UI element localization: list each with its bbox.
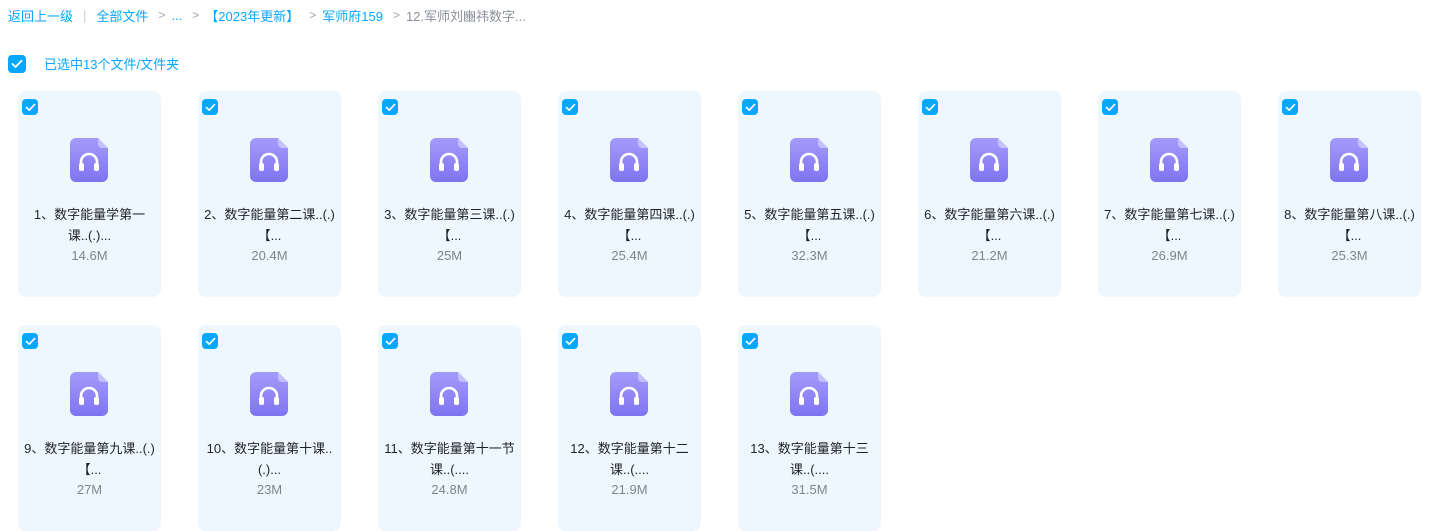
file-card[interactable]: 3、数字能量第三课..(.)【... 25M: [378, 91, 521, 297]
file-size: 23M: [256, 482, 283, 497]
file-size: 21.2M: [971, 248, 1008, 263]
file-name: 4、数字能量第四课..(.)【...: [564, 207, 695, 243]
checkmark-icon: [565, 337, 575, 345]
breadcrumb-folder-junshifu[interactable]: 军师府159: [322, 6, 383, 25]
selection-count-label: 已选中13个文件/文件夹: [44, 57, 180, 72]
file-card[interactable]: 12、数字能量第十二课..(.... 21.9M: [558, 325, 701, 531]
file-checkbox[interactable]: [22, 333, 38, 349]
file-name: 6、数字能量第六课..(.)【...: [924, 207, 1055, 243]
audio-file-icon: [430, 372, 468, 416]
file-name: 2、数字能量第二课..(.)【...: [204, 207, 335, 243]
checkmark-icon: [25, 337, 35, 345]
audio-file-icon: [1330, 138, 1368, 182]
file-size: 27M: [76, 482, 103, 497]
audio-file-icon: [1150, 138, 1188, 182]
audio-file-icon: [790, 138, 828, 182]
file-name: 8、数字能量第八课..(.)【...: [1284, 207, 1415, 243]
select-all-checkbox[interactable]: [8, 54, 26, 73]
chevron-right-icon: >: [192, 8, 200, 22]
audio-file-icon: [250, 372, 288, 416]
file-card[interactable]: 9、数字能量第九课..(.)【... 27M: [18, 325, 161, 531]
breadcrumb-all-files[interactable]: 全部文件: [96, 6, 148, 25]
file-checkbox[interactable]: [562, 333, 578, 349]
file-name: 12、数字能量第十二课..(....: [570, 441, 689, 477]
audio-file-icon: [250, 138, 288, 182]
select-all: 已选中13个文件/文件夹: [8, 54, 179, 73]
file-card[interactable]: 13、数字能量第十三课..(.... 31.5M: [738, 325, 881, 531]
file-name: 5、数字能量第五课..(.)【...: [744, 207, 875, 243]
checkmark-icon: [11, 59, 23, 68]
checkmark-icon: [205, 337, 215, 345]
chevron-right-icon: >: [158, 8, 166, 22]
checkmark-icon: [925, 103, 935, 111]
chevron-right-icon: >: [392, 8, 400, 22]
file-size: 20.4M: [251, 248, 288, 263]
file-size: 25.3M: [1331, 248, 1368, 263]
audio-file-icon: [70, 372, 108, 416]
file-card[interactable]: 11、数字能量第十一节课..(.... 24.8M: [378, 325, 521, 531]
file-size: 25M: [436, 248, 463, 263]
file-card[interactable]: 8、数字能量第八课..(.)【... 25.3M: [1278, 91, 1421, 297]
file-name: 7、数字能量第七课..(.)【...: [1104, 207, 1235, 243]
checkmark-icon: [565, 103, 575, 111]
breadcrumb-ellipsis[interactable]: ...: [171, 8, 182, 23]
checkmark-icon: [745, 103, 755, 111]
file-name: 13、数字能量第十三课..(....: [750, 441, 869, 477]
audio-file-icon: [430, 138, 468, 182]
file-checkbox[interactable]: [382, 333, 398, 349]
breadcrumb-current: 12.军师刘豳祎数字...: [405, 8, 526, 24]
checkmark-icon: [385, 103, 395, 111]
file-card[interactable]: 2、数字能量第二课..(.)【... 20.4M: [198, 91, 341, 297]
file-size: 24.8M: [431, 482, 468, 497]
file-card[interactable]: 10、数字能量第十课..(.)... 23M: [198, 325, 341, 531]
audio-file-icon: [610, 372, 648, 416]
file-size: 21.9M: [611, 482, 648, 497]
file-name: 10、数字能量第十课..(.)...: [206, 441, 333, 477]
file-checkbox[interactable]: [742, 99, 758, 115]
checkmark-icon: [1285, 103, 1295, 111]
file-checkbox[interactable]: [22, 99, 38, 115]
file-size: 26.9M: [1151, 248, 1188, 263]
breadcrumb-folder-2023[interactable]: 【2023年更新】: [205, 6, 299, 25]
file-size: 14.6M: [71, 248, 108, 263]
file-checkbox[interactable]: [382, 99, 398, 115]
file-checkbox[interactable]: [742, 333, 758, 349]
file-checkbox[interactable]: [1102, 99, 1118, 115]
checkmark-icon: [385, 337, 395, 345]
file-name: 9、数字能量第九课..(.)【...: [24, 441, 155, 477]
checkmark-icon: [25, 103, 35, 111]
file-checkbox[interactable]: [202, 333, 218, 349]
file-name: 3、数字能量第三课..(.)【...: [384, 207, 515, 243]
audio-file-icon: [790, 372, 828, 416]
audio-file-icon: [970, 138, 1008, 182]
audio-file-icon: [70, 138, 108, 182]
file-checkbox[interactable]: [1282, 99, 1298, 115]
file-card[interactable]: 6、数字能量第六课..(.)【... 21.2M: [918, 91, 1061, 297]
back-link[interactable]: 返回上一级: [8, 6, 73, 25]
file-size: 25.4M: [611, 248, 648, 263]
checkmark-icon: [205, 103, 215, 111]
breadcrumb-divider: |: [83, 7, 87, 23]
file-card[interactable]: 5、数字能量第五课..(.)【... 32.3M: [738, 91, 881, 297]
file-card[interactable]: 1、数字能量学第一课..(.)... 14.6M: [18, 91, 161, 297]
file-size: 31.5M: [791, 482, 828, 497]
checkmark-icon: [1105, 103, 1115, 111]
breadcrumb: 返回上一级 | 全部文件 > ... > 【2023年更新】 > 军师府159 …: [8, 6, 526, 24]
file-checkbox[interactable]: [202, 99, 218, 115]
file-size: 32.3M: [791, 248, 828, 263]
file-name: 11、数字能量第十一节课..(....: [384, 441, 515, 477]
file-card[interactable]: 7、数字能量第七课..(.)【... 26.9M: [1098, 91, 1241, 297]
checkmark-icon: [745, 337, 755, 345]
chevron-right-icon: >: [309, 8, 317, 22]
file-checkbox[interactable]: [562, 99, 578, 115]
audio-file-icon: [610, 138, 648, 182]
file-checkbox[interactable]: [922, 99, 938, 115]
file-card[interactable]: 4、数字能量第四课..(.)【... 25.4M: [558, 91, 701, 297]
file-name: 1、数字能量学第一课..(.)...: [33, 207, 146, 243]
